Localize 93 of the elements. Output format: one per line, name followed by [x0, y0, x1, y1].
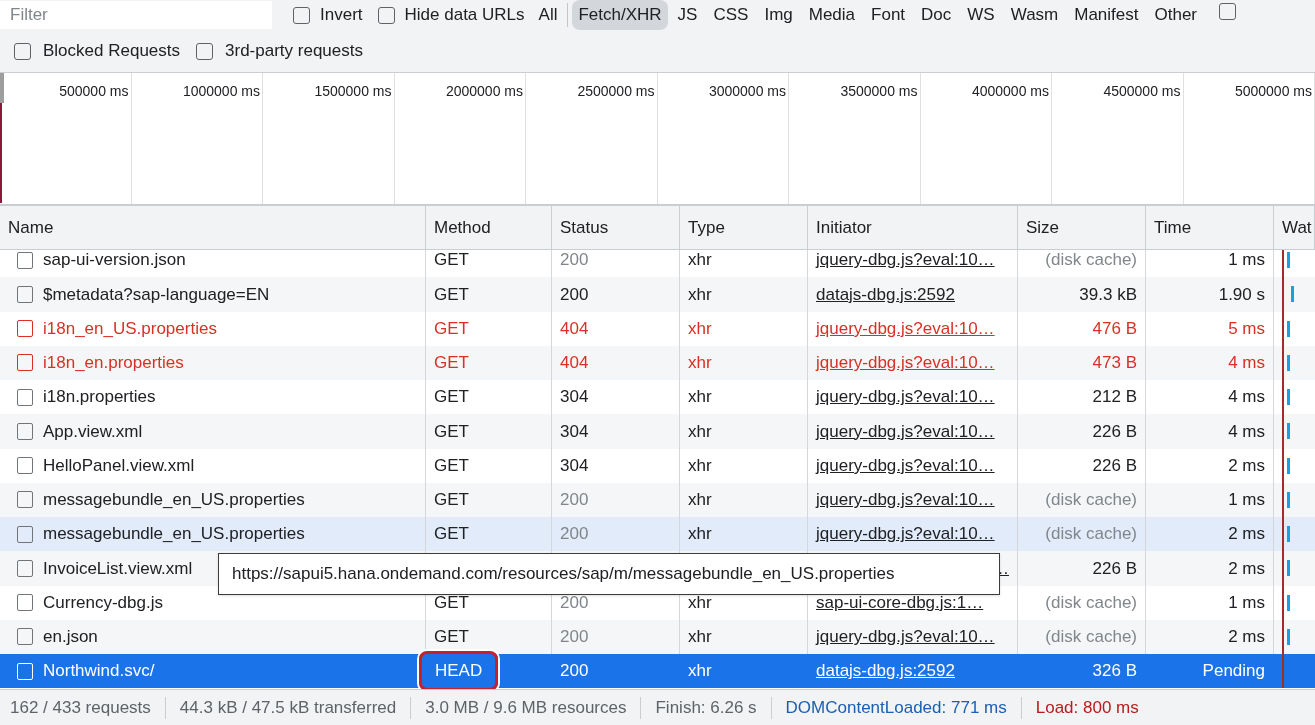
method-text: GET	[434, 489, 469, 512]
timeline-tick-label: 3000000 ms	[708, 82, 786, 101]
status-text: DOMContentLoaded: 771 ms	[785, 696, 1007, 719]
request-name: i18n.properties	[43, 386, 156, 409]
request-name: App.view.xml	[43, 420, 143, 443]
time-text: 2 ms	[1228, 626, 1265, 649]
method-text: GET	[434, 420, 469, 443]
request-name: $metadata?sap-language=EN	[43, 283, 270, 306]
status-text: 44.3 kB / 47.5 kB transferred	[179, 696, 397, 719]
request-name: Northwind.svc/	[43, 660, 155, 683]
timeline-tick-label: 4500000 ms	[1103, 82, 1181, 101]
time-text: 1 ms	[1228, 489, 1265, 512]
time-text: Pending	[1202, 660, 1265, 683]
timeline-tick-label: 2000000 ms	[445, 82, 523, 101]
status-text: Finish: 6.26 s	[655, 696, 757, 719]
status-code: 200	[560, 523, 589, 546]
method-text: GET	[434, 283, 469, 306]
method-text: GET	[434, 626, 469, 649]
size-text: (disk cache)	[1045, 626, 1137, 649]
type-text: xhr	[688, 626, 712, 649]
request-name: sap-ui-version.json	[43, 250, 186, 272]
size-text: 212 B	[1092, 386, 1137, 409]
type-text: xhr	[688, 454, 712, 477]
timeline-tick-label: 2500000 ms	[577, 82, 655, 101]
url-tooltip: https://sapui5.hana.ondemand.com/resources/sap/m/messagebundle_en_US.properties	[218, 553, 1000, 595]
size-text: 39.3 kB	[1079, 283, 1137, 306]
status-text: Load: 800 ms	[1035, 696, 1139, 719]
size-text: (disk cache)	[1045, 250, 1137, 272]
size-text: (disk cache)	[1045, 489, 1137, 512]
status-code: 200	[560, 283, 589, 306]
size-text: 226 B	[1092, 557, 1137, 580]
option-label: 3rd-party requests	[225, 40, 363, 63]
status-text: 162 / 433 requests	[10, 696, 151, 719]
type-text: xhr	[688, 352, 712, 375]
size-text: 473 B	[1092, 352, 1137, 375]
type-text: xhr	[688, 660, 712, 683]
request-name: i18n_en.properties	[43, 352, 184, 375]
timeline-tick-label: 4000000 ms	[971, 82, 1049, 101]
request-name: i18n_en_US.properties	[43, 317, 217, 340]
method-text: GET	[434, 454, 469, 477]
status-code: 304	[560, 454, 589, 477]
status-code: 304	[560, 420, 589, 443]
time-text: 1.90 s	[1218, 283, 1265, 306]
request-name: InvoiceList.view.xml	[43, 557, 193, 580]
option-label: Invert	[320, 4, 363, 27]
request-name: en.json	[43, 626, 98, 649]
type-text: xhr	[688, 420, 712, 443]
timeline-tick-label: 1000000 ms	[182, 82, 260, 101]
type-text: xhr	[688, 283, 712, 306]
time-text: 4 ms	[1228, 420, 1265, 443]
type-text: xhr	[688, 250, 712, 272]
time-text: 1 ms	[1228, 591, 1265, 614]
size-text: 226 B	[1092, 420, 1137, 443]
type-text: xhr	[688, 523, 712, 546]
size-text: 476 B	[1092, 317, 1137, 340]
type-text: xhr	[688, 317, 712, 340]
time-text: 5 ms	[1228, 317, 1265, 340]
size-text: (disk cache)	[1045, 591, 1137, 614]
method-text: GET	[434, 317, 469, 340]
time-text: 4 ms	[1228, 386, 1265, 409]
type-text: xhr	[688, 489, 712, 512]
request-name: messagebundle_en_US.properties	[43, 523, 305, 546]
request-name: messagebundle_en_US.properties	[43, 489, 305, 512]
method-text: GET	[434, 523, 469, 546]
method-text: HEAD	[419, 651, 499, 689]
size-text: 326 B	[1092, 660, 1137, 683]
status-code: 200	[560, 660, 589, 683]
status-code: 200	[560, 489, 589, 512]
size-text: (disk cache)	[1045, 523, 1137, 546]
time-text: 1 ms	[1228, 250, 1265, 272]
time-text: 2 ms	[1228, 523, 1265, 546]
status-code: 200	[560, 250, 589, 272]
method-text: GET	[434, 250, 469, 272]
status-code: 404	[560, 317, 589, 340]
timeline-tick-label: 1500000 ms	[314, 82, 392, 101]
option-label: Blocked Requests	[43, 40, 181, 63]
time-text: 4 ms	[1228, 352, 1265, 375]
method-text: GET	[434, 352, 469, 375]
status-code: 304	[560, 386, 589, 409]
request-name: HelloPanel.view.xml	[43, 454, 195, 477]
status-code: 404	[560, 352, 589, 375]
size-text: 226 B	[1092, 454, 1137, 477]
timeline-tick-label: 3500000 ms	[840, 82, 918, 101]
status-code: 200	[560, 626, 589, 649]
type-text: xhr	[688, 386, 712, 409]
option-label: Hide data URLs	[404, 4, 525, 27]
timeline-tick-label: 5000000 ms	[1234, 82, 1312, 101]
status-text: 3.0 MB / 9.6 MB resources	[425, 696, 627, 719]
method-text: GET	[434, 386, 469, 409]
time-text: 2 ms	[1228, 454, 1265, 477]
time-text: 2 ms	[1228, 557, 1265, 580]
timeline-tick-label: 500000 ms	[59, 82, 129, 101]
request-name: Currency-dbg.js	[43, 591, 163, 614]
